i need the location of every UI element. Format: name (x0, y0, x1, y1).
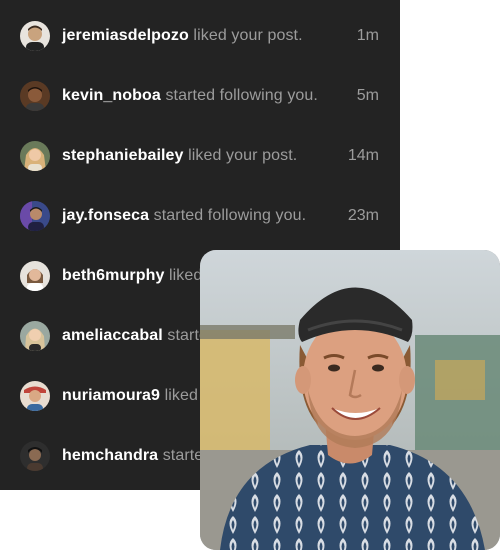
timestamp: 23m (347, 207, 379, 224)
username-link[interactable]: stephaniebailey (62, 147, 184, 164)
avatar[interactable] (20, 321, 50, 351)
username-link[interactable]: jeremiasdelpozo (62, 27, 189, 44)
username-link[interactable]: beth6murphy (62, 267, 164, 284)
notification-action: started following you. (153, 207, 307, 224)
username-link[interactable]: nuriamoura9 (62, 387, 160, 404)
username-link[interactable]: ameliaccabal (62, 327, 163, 344)
avatar[interactable] (20, 21, 50, 51)
notification-action: liked your post. (193, 27, 303, 44)
avatar[interactable] (20, 141, 50, 171)
avatar[interactable] (20, 81, 50, 111)
avatar[interactable] (20, 381, 50, 411)
avatar[interactable] (20, 441, 50, 471)
username-link[interactable]: kevin_noboa (62, 87, 161, 104)
notification-action: started following you. (165, 87, 318, 104)
avatar[interactable] (20, 201, 50, 231)
timestamp: 14m (347, 147, 379, 164)
notification-item[interactable]: stephaniebailey liked your post. 14m (0, 126, 400, 186)
notification-text: jeremiasdelpozo liked your post. (62, 27, 310, 45)
notification-action: liked your post. (188, 147, 298, 164)
notification-item[interactable]: jeremiasdelpozo liked your post. 1m (0, 6, 400, 66)
notification-text: kevin_noboa started following you. (62, 87, 318, 105)
username-link[interactable]: jay.fonseca (62, 207, 149, 224)
username-link[interactable]: hemchandra (62, 447, 158, 464)
notification-text: stephaniebailey liked your post. (62, 147, 310, 165)
timestamp: 1m (356, 27, 379, 44)
notification-item[interactable]: jay.fonseca started following you. 23m (0, 186, 400, 246)
notification-item[interactable]: kevin_noboa started following you. 5m (0, 66, 400, 126)
notification-text: jay.fonseca started following you. (62, 207, 310, 225)
profile-photo (200, 250, 500, 550)
avatar[interactable] (20, 261, 50, 291)
timestamp: 5m (356, 87, 379, 104)
